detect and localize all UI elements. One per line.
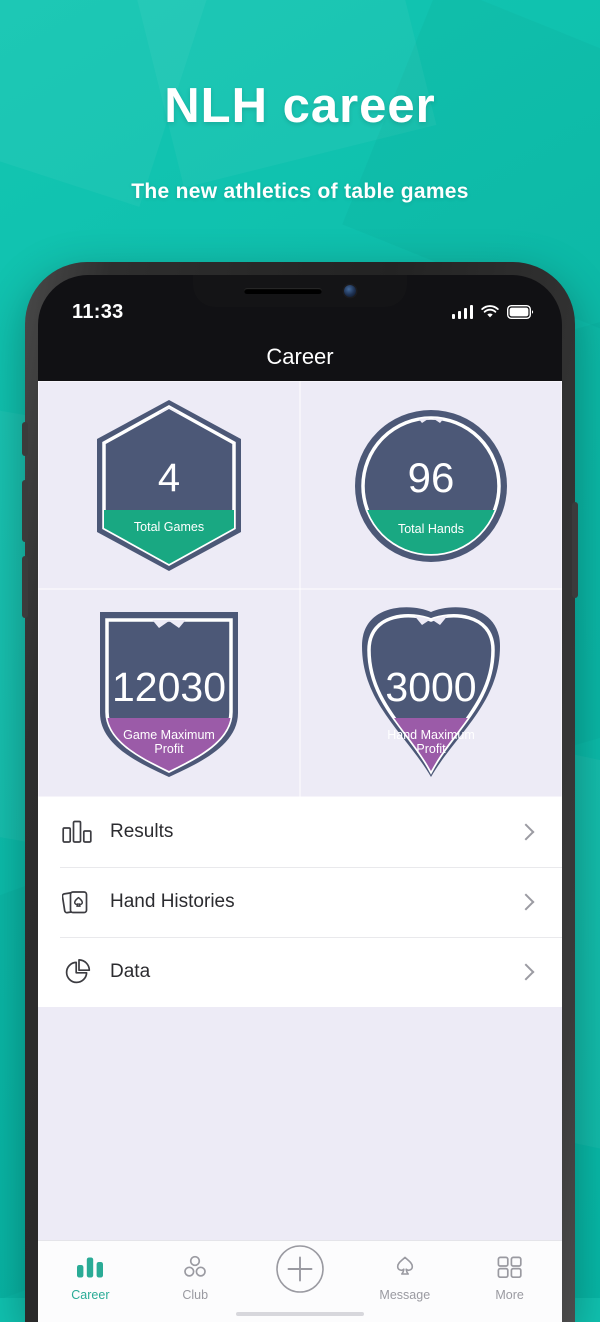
phone-volume-up-button [22, 480, 28, 542]
phone-power-button [572, 502, 578, 598]
menu-item-label: Hand Histories [110, 891, 235, 912]
hexagon-badge: 4 Total Games [89, 398, 249, 573]
chevron-right-icon [517, 823, 535, 841]
menu-item-data[interactable]: Data [38, 937, 562, 1007]
status-time: 11:33 [72, 300, 124, 323]
tab-more[interactable]: More [457, 1253, 562, 1302]
phone-mockup: 11:33 Career 4 Total Games 96 Total Hand… [22, 262, 578, 1322]
earpiece-speaker-icon [244, 288, 322, 294]
phone-screen-bezel: 11:33 Career 4 Total Games 96 Total Hand… [38, 275, 562, 1322]
promo-subheadline: The new athletics of table games [131, 180, 469, 203]
shield-badge: 12030 Game Maximum Profit [89, 606, 249, 781]
menu-list: Results Hand Histories Data [38, 797, 562, 1007]
tab-label: Career [71, 1288, 110, 1302]
stat-value: 3000 [385, 663, 477, 710]
stat-value: 4 [157, 455, 181, 500]
people-circles-icon [181, 1253, 209, 1281]
page-title: Career [266, 344, 334, 369]
phone-mute-switch [22, 422, 28, 456]
wifi-icon [481, 305, 499, 318]
stat-label: Total Games [133, 519, 205, 534]
chevron-right-icon [517, 893, 535, 911]
nav-title-bar: Career [38, 333, 562, 381]
stat-value: 96 [407, 453, 455, 501]
stat-label: Hand Maximum Profit [387, 727, 475, 756]
stats-grid: 4 Total Games 96 Total Hands 12030 Game … [38, 381, 562, 797]
tab-label: More [495, 1288, 524, 1302]
stat-cell-total-games[interactable]: 4 Total Games [38, 381, 300, 589]
stat-label: Game Maximum Profit [123, 727, 215, 756]
chevron-right-icon [517, 963, 535, 981]
circle-badge: 96 Total Hands [351, 398, 511, 573]
menu-item-results[interactable]: Results [38, 797, 562, 867]
stat-cell-total-hands[interactable]: 96 Total Hands [300, 381, 562, 589]
status-icons [451, 305, 535, 319]
tab-add[interactable] [248, 1245, 353, 1299]
pie-chart-icon [60, 955, 94, 989]
menu-item-hand-histories[interactable]: Hand Histories [38, 867, 562, 937]
menu-item-label: Data [110, 961, 151, 982]
tab-career[interactable]: Career [38, 1253, 143, 1302]
menu-item-label: Results [110, 821, 174, 842]
spade-icon [391, 1253, 419, 1281]
home-indicator[interactable] [236, 1312, 364, 1316]
promo-headline: NLH career [164, 79, 436, 133]
playing-cards-icon [60, 885, 94, 919]
phone-volume-down-button [22, 556, 28, 618]
phone-notch [193, 275, 407, 307]
tab-label: Club [182, 1288, 209, 1302]
stat-value: 12030 [111, 663, 226, 710]
stat-cell-hand-maximum-profit[interactable]: 3000 Hand Maximum Profit [300, 589, 562, 797]
front-camera-icon [344, 285, 356, 297]
battery-icon [507, 305, 534, 319]
stat-cell-game-maximum-profit[interactable]: 12030 Game Maximum Profit [38, 589, 300, 797]
plus-circle-icon [275, 1245, 325, 1293]
bottom-tab-bar: Career Club Message More [38, 1240, 562, 1322]
stat-label: Total Hands [397, 521, 464, 536]
bar-chart-icon [60, 815, 94, 849]
empty-content-area [38, 1007, 562, 1183]
cellular-signal-icon [451, 305, 473, 319]
grid-squares-icon [497, 1253, 523, 1281]
tab-message[interactable]: Message [352, 1253, 457, 1302]
heart-shield-badge: 3000 Hand Maximum Profit [351, 606, 511, 781]
tab-club[interactable]: Club [143, 1253, 248, 1302]
app-screen: 4 Total Games 96 Total Hands 12030 Game … [38, 381, 562, 1322]
bar-chart-icon [76, 1253, 104, 1281]
tab-label: Message [379, 1288, 431, 1302]
